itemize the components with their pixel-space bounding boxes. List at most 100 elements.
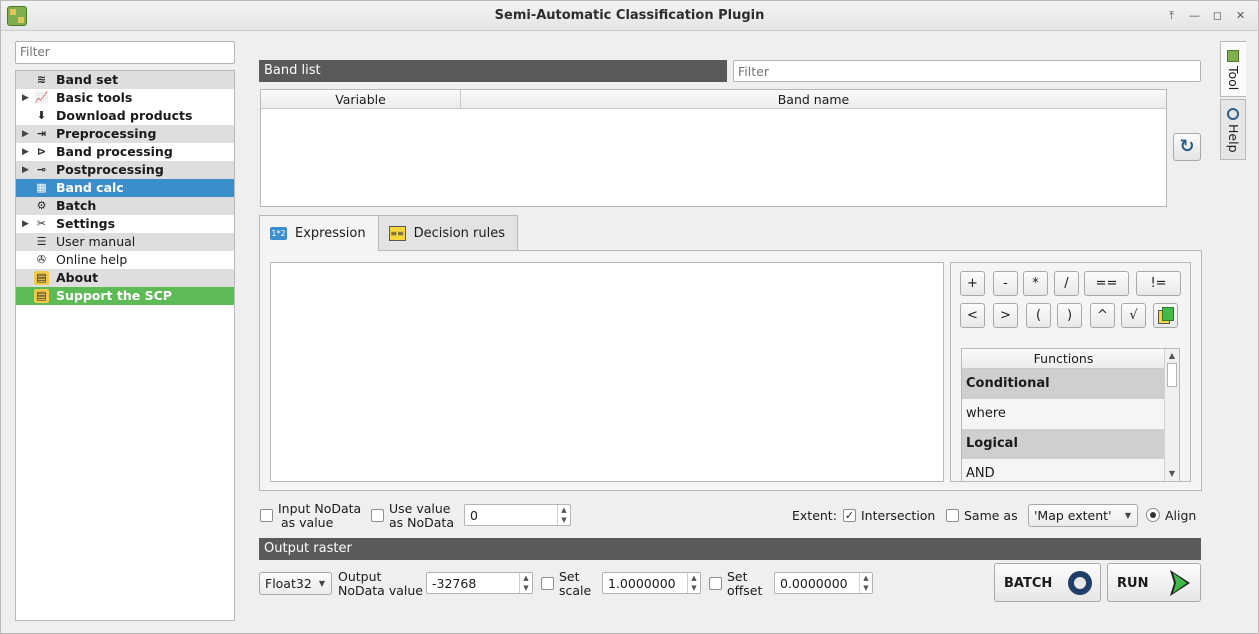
align-radio[interactable]: [1146, 508, 1160, 522]
tab-help[interactable]: Help: [1220, 99, 1246, 160]
align-label: Align: [1165, 508, 1197, 523]
plus-button[interactable]: +: [960, 271, 985, 296]
function-item[interactable]: AND: [962, 459, 1165, 481]
scrollbar-thumb[interactable]: [1167, 363, 1177, 387]
sidebar-item-label: Band processing: [56, 144, 173, 159]
import-expressions-button[interactable]: [1153, 303, 1178, 328]
sidebar-item-about[interactable]: ▤ About: [16, 269, 234, 287]
band-calc-icon: ▦: [36, 181, 47, 194]
tab-decision-rules[interactable]: ≡≡ Decision rules: [377, 215, 519, 250]
expand-arrow-icon[interactable]: ▶: [22, 143, 29, 161]
label-line: Set: [727, 569, 748, 584]
sidebar-item-basic-tools[interactable]: ▶ 📈 Basic tools: [16, 89, 234, 107]
preprocessing-icon: ⇥: [36, 127, 47, 140]
expand-arrow-icon[interactable]: ▶: [22, 89, 29, 107]
set-scale-checkbox[interactable]: [541, 577, 554, 590]
sidebar-item-band-set[interactable]: ≋ Band set: [16, 71, 234, 89]
use-value-nodata-checkbox[interactable]: [371, 509, 384, 522]
extent-reference-value: 'Map extent': [1034, 508, 1112, 523]
refresh-button[interactable]: ↻: [1173, 133, 1201, 161]
greater-than-button[interactable]: >: [993, 303, 1018, 328]
sidebar-item-support[interactable]: ▤ Support the SCP: [16, 287, 234, 305]
sidebar-item-download-products[interactable]: ⬇ Download products: [16, 107, 234, 125]
spin-arrows-icon[interactable]: ▲ ▼: [519, 573, 532, 593]
data-type-value: Float32: [265, 576, 312, 591]
scale-spinbox[interactable]: 1.0000000 ▲ ▼: [602, 572, 701, 594]
tab-decision-rules-label: Decision rules: [413, 225, 506, 241]
sidebar-item-user-manual[interactable]: ☰ User manual: [16, 233, 234, 251]
output-nodata-value: -32768: [432, 576, 477, 591]
not-equal-button[interactable]: !=: [1136, 271, 1181, 296]
expression-editor[interactable]: [270, 262, 944, 482]
multiply-button[interactable]: *: [1023, 271, 1048, 296]
function-item[interactable]: where: [962, 399, 1165, 429]
expand-arrow-icon[interactable]: ▶: [22, 215, 29, 233]
minimize-icon[interactable]: —: [1185, 6, 1204, 25]
same-as-checkbox[interactable]: [946, 509, 959, 522]
less-than-button[interactable]: <: [960, 303, 985, 328]
tool-tree: ≋ Band set ▶ 📈 Basic tools ⬇ Download pr…: [15, 70, 235, 621]
label-line: offset: [727, 583, 763, 598]
power-button[interactable]: ^: [1090, 303, 1115, 328]
expression-input[interactable]: [271, 263, 943, 481]
sidebar-item-label: Preprocessing: [56, 126, 157, 141]
user-manual-icon: ☰: [36, 235, 47, 248]
sidebar-filter-input[interactable]: [20, 45, 230, 59]
band-table-header: Variable Band name: [261, 90, 1166, 109]
functions-list[interactable]: Functions Conditional where Logical AND …: [961, 348, 1180, 482]
scroll-up-icon[interactable]: ▲: [1165, 349, 1179, 363]
keep-above-icon[interactable]: ⤒: [1162, 6, 1181, 25]
close-icon[interactable]: ✕: [1231, 6, 1250, 25]
set-offset-checkbox[interactable]: [709, 577, 722, 590]
calculator-pad: + - * / == != < > ( ) ^ √ Functions Cond…: [950, 262, 1191, 482]
function-group[interactable]: Logical: [962, 429, 1165, 459]
nodata-value-spinbox[interactable]: 0 ▲ ▼: [464, 504, 571, 526]
expand-arrow-icon[interactable]: ▶: [22, 125, 29, 143]
band-filter-input[interactable]: [738, 64, 1196, 79]
output-nodata-spinbox[interactable]: -32768 ▲ ▼: [426, 572, 533, 594]
chevron-down-icon: ▼: [318, 579, 325, 588]
spin-arrows-icon[interactable]: ▲ ▼: [859, 573, 872, 593]
intersection-checkbox[interactable]: ✓: [843, 509, 856, 522]
band-table[interactable]: Variable Band name: [260, 89, 1167, 207]
sidebar-item-batch[interactable]: ⚙ Batch: [16, 197, 234, 215]
sidebar-item-band-processing[interactable]: ▶ ⊳ Band processing: [16, 143, 234, 161]
output-raster-header: Output raster: [259, 538, 1201, 560]
sidebar-item-postprocessing[interactable]: ▶ ⊸ Postprocessing: [16, 161, 234, 179]
batch-button[interactable]: BATCH: [994, 563, 1101, 602]
run-button[interactable]: RUN: [1107, 563, 1201, 602]
sidebar-item-label: Band set: [56, 72, 119, 87]
divide-button[interactable]: /: [1054, 271, 1079, 296]
title-bar: Semi-Automatic Classification Plugin ⤒ —…: [1, 1, 1258, 31]
sidebar-filter-field[interactable]: [15, 41, 235, 64]
offset-value: 0.0000000: [780, 576, 848, 591]
column-header-variable[interactable]: Variable: [261, 90, 461, 108]
spin-arrows-icon[interactable]: ▲ ▼: [687, 573, 700, 593]
minus-button[interactable]: -: [993, 271, 1018, 296]
sqrt-button[interactable]: √: [1121, 303, 1146, 328]
close-paren-button[interactable]: ): [1057, 303, 1082, 328]
expression-icon: 1*2: [270, 227, 287, 240]
sidebar-item-settings[interactable]: ▶ ✂ Settings: [16, 215, 234, 233]
maximize-icon[interactable]: ◻: [1208, 6, 1227, 25]
tab-tool[interactable]: Tool: [1220, 41, 1246, 98]
input-nodata-checkbox[interactable]: [260, 509, 273, 522]
open-paren-button[interactable]: (: [1026, 303, 1051, 328]
data-type-select[interactable]: Float32 ▼: [259, 572, 332, 595]
scroll-down-icon[interactable]: ▼: [1165, 467, 1179, 481]
sidebar-item-preprocessing[interactable]: ▶ ⇥ Preprocessing: [16, 125, 234, 143]
functions-scrollbar[interactable]: ▲ ▼: [1164, 349, 1179, 481]
tab-expression[interactable]: 1*2 Expression: [259, 215, 379, 251]
offset-spinbox[interactable]: 0.0000000 ▲ ▼: [774, 572, 873, 594]
label-line: Set: [559, 569, 580, 584]
extent-reference-select[interactable]: 'Map extent' ▼: [1028, 504, 1138, 527]
band-filter-field[interactable]: [733, 60, 1201, 82]
equal-button[interactable]: ==: [1084, 271, 1129, 296]
column-header-band-name[interactable]: Band name: [461, 90, 1166, 108]
sidebar-item-online-help[interactable]: ✇ Online help: [16, 251, 234, 269]
sidebar-item-band-calc[interactable]: ▦ Band calc: [16, 179, 234, 197]
spin-arrows-icon[interactable]: ▲ ▼: [557, 505, 570, 525]
tab-expression-label: Expression: [295, 226, 366, 241]
expand-arrow-icon[interactable]: ▶: [22, 161, 29, 179]
function-group[interactable]: Conditional: [962, 369, 1165, 399]
